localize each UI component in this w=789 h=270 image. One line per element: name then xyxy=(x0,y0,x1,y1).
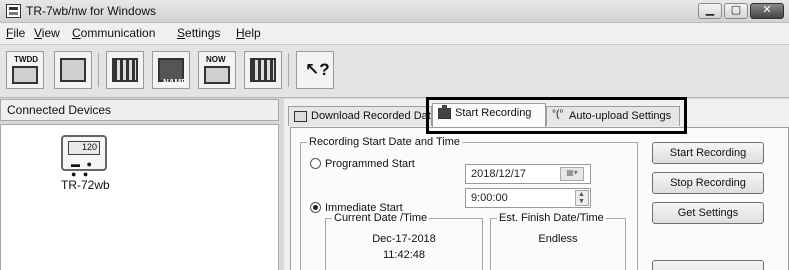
time-spinner[interactable]: ▲ ▼ xyxy=(575,190,589,206)
recorded-data-icon xyxy=(60,58,86,82)
settings-grid-icon xyxy=(250,58,276,82)
toolbar-divider xyxy=(288,53,289,87)
device-name-button[interactable]: NAME xyxy=(152,51,190,89)
tab-download-recorded-data[interactable]: Download Recorded Dat xyxy=(288,106,432,126)
menu-bar: File View Communication Settings Help xyxy=(0,23,789,44)
menu-settings[interactable]: Settings xyxy=(177,26,220,40)
connected-devices-panel: 120 ▬ ● ● ● TR-72wb xyxy=(0,124,279,270)
settings-grid-button[interactable] xyxy=(244,51,282,89)
spin-down-icon: ▼ xyxy=(578,198,585,205)
window-title: TR-7wb/nw for Windows xyxy=(26,4,157,18)
current-datetime-legend: Current Date /Time xyxy=(334,212,428,224)
close-button[interactable]: ✕ xyxy=(750,3,784,19)
help-button[interactable]: ↖? xyxy=(296,51,334,89)
download-icon xyxy=(294,111,307,122)
current-time: 11:42:48 xyxy=(382,249,425,261)
device-screen: 120 xyxy=(68,141,100,155)
maximize-icon: ▢ xyxy=(730,4,742,16)
toolbar-divider xyxy=(98,53,99,87)
highlight-box xyxy=(426,97,687,134)
spin-up-icon: ▲ xyxy=(578,191,585,198)
menu-communication[interactable]: Communication xyxy=(72,26,155,40)
twdd-icon: TWDD xyxy=(14,55,38,64)
device-label[interactable]: TR-72wb xyxy=(61,178,110,192)
title-bar: TR-7wb/nw for Windows ▁ ▢ ✕ xyxy=(0,0,789,23)
app-icon xyxy=(6,4,21,18)
now-button[interactable]: NOW xyxy=(198,51,236,89)
now-icon: NOW xyxy=(206,55,226,64)
finish-value: Endless xyxy=(538,233,578,245)
toolbar: TWDD NAME NOW ↖? xyxy=(0,44,789,98)
get-settings-button[interactable]: Get Settings xyxy=(652,202,764,224)
menu-help[interactable]: Help xyxy=(236,26,261,40)
recording-start-legend: Recording Start Date and Time xyxy=(309,136,461,148)
close-icon: ✕ xyxy=(762,4,772,16)
menu-file[interactable]: File xyxy=(6,26,25,40)
start-recording-button[interactable]: Start Recording xyxy=(652,142,764,164)
programmed-time-field[interactable]: 9:00:00 xyxy=(465,188,591,208)
finish-datetime-values: Endless xyxy=(490,233,626,253)
radio-off-icon xyxy=(310,158,321,169)
stop-recording-button[interactable]: Stop Recording xyxy=(652,172,764,194)
twdd-button[interactable]: TWDD xyxy=(6,51,44,89)
programmed-start-radio[interactable]: Programmed Start xyxy=(310,158,415,170)
device-grid-icon xyxy=(112,58,138,82)
maximize-button[interactable]: ▢ xyxy=(724,3,748,19)
recorded-data-button[interactable] xyxy=(54,51,92,89)
help-icon: ↖? xyxy=(305,60,330,79)
minimize-button[interactable]: ▁ xyxy=(698,3,722,19)
current-date: Dec-17-2018 xyxy=(372,233,436,245)
connected-devices-header: Connected Devices xyxy=(0,99,279,121)
menu-view[interactable]: View xyxy=(34,26,60,40)
partial-button[interactable] xyxy=(652,260,764,270)
minimize-icon: ▁ xyxy=(705,4,715,16)
radio-on-icon xyxy=(310,202,321,213)
device-icon[interactable]: 120 ▬ ● ● ● xyxy=(61,135,107,179)
calendar-dropdown-button[interactable]: ▦▾ xyxy=(560,167,584,181)
device-grid-button[interactable] xyxy=(106,51,144,89)
current-datetime-values: Dec-17-2018 11:42:48 xyxy=(325,233,483,267)
finish-datetime-legend: Est. Finish Date/Time xyxy=(499,212,604,224)
